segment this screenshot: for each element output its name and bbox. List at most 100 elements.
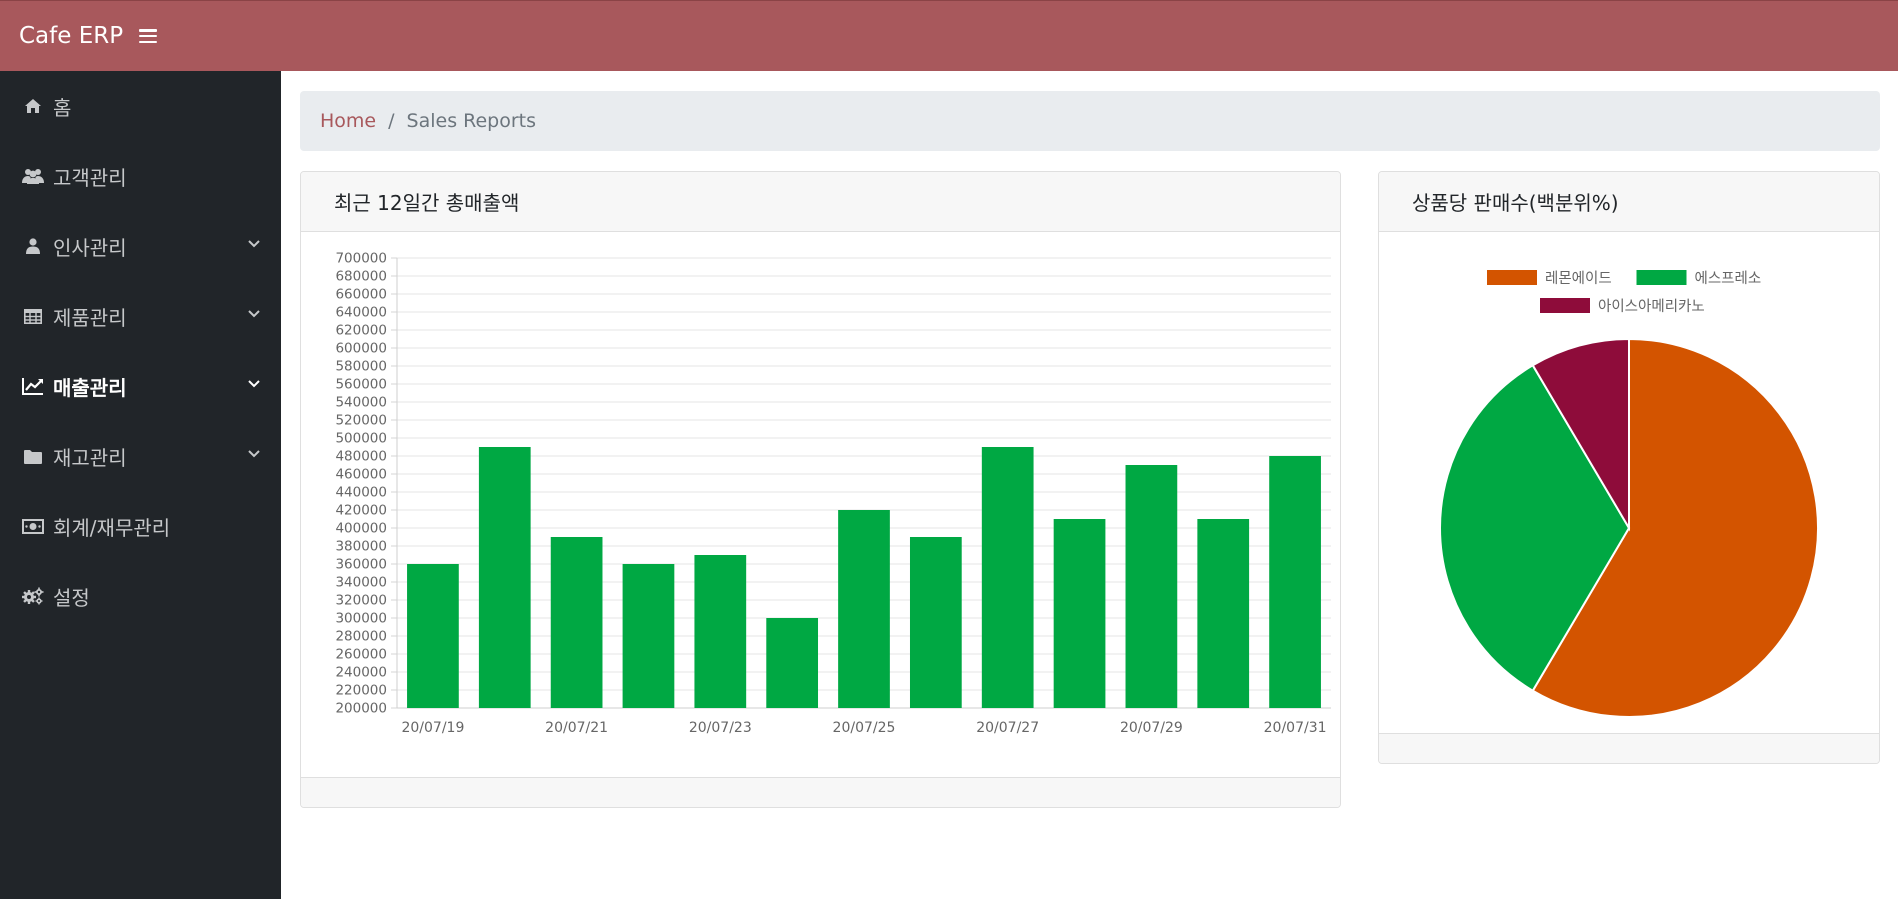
product-pie-chart-card: 상품당 판매수(백분위%) 레몬에이드 에스프레소아이스아메리카노	[1378, 171, 1880, 764]
table-icon	[21, 306, 45, 326]
x-tick-label: 20/07/19	[401, 720, 464, 736]
bar-20/07/25[interactable]	[838, 510, 890, 708]
legend-label: 에스프레소	[1695, 270, 1762, 287]
y-tick-label: 280000	[335, 629, 387, 645]
x-tick-label: 20/07/25	[833, 720, 896, 736]
x-tick-label: 20/07/21	[545, 720, 608, 736]
legend-label: 레몬에이드	[1545, 270, 1612, 287]
cogs-icon	[21, 586, 45, 606]
users-icon	[21, 166, 45, 186]
bar-20/07/31[interactable]	[1269, 456, 1321, 708]
sidebar-item-label: 인사관리	[53, 235, 127, 260]
bar-card-title: 최근 12일간 총매출액	[301, 172, 1340, 232]
bar-20/07/23[interactable]	[694, 555, 747, 708]
top-navbar: Cafe ERP	[0, 0, 1898, 71]
y-tick-label: 640000	[335, 305, 387, 321]
sidebar-item-7[interactable]: 설정	[0, 561, 281, 631]
menu-toggle-icon[interactable]	[139, 29, 158, 43]
bar-20/07/29[interactable]	[1125, 465, 1178, 708]
y-tick-label: 520000	[335, 413, 387, 429]
sidebar-item-0[interactable]: 홈	[0, 71, 281, 141]
sidebar-item-label: 매출관리	[53, 375, 127, 400]
sidebar-item-label: 홈	[53, 95, 72, 120]
sidebar-item-label: 재고관리	[53, 445, 127, 470]
x-tick-label: 20/07/23	[689, 720, 752, 736]
legend-item[interactable]: 에스프레소	[1636, 270, 1762, 287]
home-icon	[21, 96, 45, 116]
y-tick-label: 660000	[335, 287, 387, 303]
user-icon	[21, 236, 45, 256]
bar-20/07/20[interactable]	[478, 447, 531, 708]
pie-legend: 레몬에이드 에스프레소아이스아메리카노	[1487, 270, 1761, 315]
bar-20/07/19[interactable]	[407, 564, 459, 708]
sidebar-item-6[interactable]: 회계/재무관리	[0, 491, 281, 561]
pie-card-title: 상품당 판매수(백분위%)	[1379, 172, 1879, 232]
y-tick-label: 440000	[335, 485, 387, 501]
x-axis: 20/07/19 20/07/21 20/07/23 20/07/25 20/07/27…	[401, 720, 1326, 736]
y-axis: 200000 220000 240000 260000 280000 300000 3200…	[335, 251, 397, 717]
bar-20/07/21[interactable]	[550, 537, 603, 708]
bar-chart: 200000 220000 240000 260000 280000 300000 3200…	[335, 251, 1331, 736]
bar-card-footer	[301, 777, 1340, 807]
chevron-down-icon[interactable]	[247, 378, 261, 390]
bar-20/07/26[interactable]	[909, 537, 962, 708]
bar-20/07/27[interactable]	[981, 447, 1034, 708]
sidebar-item-label: 고객관리	[53, 165, 127, 190]
y-tick-label: 540000	[335, 395, 387, 411]
legend-item[interactable]: 아이스아메리카노	[1540, 298, 1705, 315]
bar-20/07/30[interactable]	[1197, 519, 1250, 708]
y-tick-label: 400000	[335, 521, 387, 537]
sidebar-item-1[interactable]: 고객관리	[0, 141, 281, 211]
chart-line-icon	[21, 376, 45, 396]
bar-20/07/24[interactable]	[766, 618, 819, 708]
bar-20/07/28[interactable]	[1053, 519, 1106, 708]
y-tick-label: 420000	[335, 503, 387, 519]
y-tick-label: 220000	[335, 683, 387, 699]
y-tick-label: 240000	[335, 665, 387, 681]
y-tick-label: 700000	[335, 251, 387, 267]
money-bill-icon	[21, 516, 45, 536]
chevron-down-icon[interactable]	[247, 308, 261, 320]
x-tick-label: 20/07/27	[976, 720, 1039, 736]
x-tick-label: 20/07/31	[1264, 720, 1327, 736]
sidebar-item-label: 설정	[53, 585, 90, 610]
app-title[interactable]: Cafe ERP	[19, 23, 123, 49]
sidebar: 홈고객관리인사관리제품관리매출관리재고관리회계/재무관리설정	[0, 71, 281, 899]
y-tick-label: 620000	[335, 323, 387, 339]
y-tick-label: 580000	[335, 359, 387, 375]
breadcrumb-home-link[interactable]: Home	[320, 110, 376, 132]
y-tick-label: 480000	[335, 449, 387, 465]
x-tick-label: 20/07/29	[1120, 720, 1183, 736]
breadcrumb-current: Sales Reports	[406, 110, 537, 132]
y-tick-label: 260000	[335, 647, 387, 663]
breadcrumb: Home / Sales Reports	[300, 91, 1880, 151]
pie-card-footer	[1379, 733, 1879, 763]
sidebar-item-5[interactable]: 재고관리	[0, 421, 281, 491]
breadcrumb-separator: /	[388, 110, 395, 132]
y-tick-label: 500000	[335, 431, 387, 447]
y-tick-label: 320000	[335, 593, 387, 609]
sidebar-item-2[interactable]: 인사관리	[0, 211, 281, 281]
y-tick-label: 600000	[335, 341, 387, 357]
sidebar-item-label: 제품관리	[53, 305, 127, 330]
chevron-down-icon[interactable]	[247, 448, 261, 460]
y-tick-label: 560000	[335, 377, 387, 393]
y-tick-label: 340000	[335, 575, 387, 591]
sidebar-item-label: 회계/재무관리	[53, 515, 171, 540]
y-tick-label: 380000	[335, 539, 387, 555]
folder-icon	[21, 446, 45, 466]
chevron-down-icon[interactable]	[247, 238, 261, 250]
bars	[407, 447, 1321, 708]
sidebar-item-3[interactable]: 제품관리	[0, 281, 281, 351]
sidebar-item-4[interactable]: 매출관리	[0, 351, 281, 421]
legend-label: 아이스아메리카노	[1598, 298, 1705, 315]
y-tick-label: 680000	[335, 269, 387, 285]
pie-chart: 레몬에이드 에스프레소아이스아메리카노	[1439, 270, 1819, 718]
legend-swatch	[1487, 270, 1537, 285]
y-tick-label: 300000	[335, 611, 387, 627]
legend-swatch	[1540, 298, 1590, 313]
bar-20/07/22[interactable]	[622, 564, 675, 708]
main-content: Home / Sales Reports 최근 12일간 총매출액 200000…	[281, 71, 1898, 899]
legend-item[interactable]: 레몬에이드	[1487, 270, 1612, 287]
y-tick-label: 200000	[335, 701, 387, 717]
